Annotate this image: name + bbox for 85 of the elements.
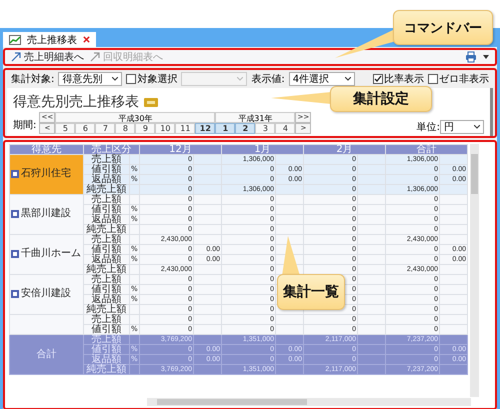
- month-button[interactable]: 1: [215, 123, 236, 134]
- callout-pointer: [282, 236, 300, 276]
- close-icon[interactable]: [83, 36, 90, 43]
- category-cell: 値引額: [84, 244, 130, 254]
- month-button[interactable]: 9: [135, 123, 156, 134]
- category-cell: 売上額: [84, 234, 130, 244]
- column-header: 得意先: [10, 144, 84, 154]
- total-cell: 合計: [10, 334, 84, 374]
- category-cell: 値引額: [84, 164, 130, 174]
- month-button[interactable]: 11: [175, 123, 196, 134]
- display-dropdown[interactable]: 4件選択: [288, 72, 355, 86]
- hide-zero-checkbox[interactable]: ゼロ非表示: [428, 72, 489, 86]
- tag-icon: [144, 98, 158, 106]
- month-button[interactable]: 8: [115, 123, 136, 134]
- category-cell: 純売上額: [84, 264, 130, 274]
- arrow-icon: [90, 52, 100, 62]
- category-cell: 売上額: [84, 334, 130, 344]
- category-cell: 返品額: [84, 174, 130, 184]
- month-button[interactable]: 3: [255, 123, 276, 134]
- category-cell: 返品額: [84, 254, 130, 264]
- callout: コマンドバー: [393, 10, 493, 45]
- target-dropdown[interactable]: 得意先別: [58, 72, 122, 86]
- report-title: 得意先別売上推移表: [13, 93, 139, 111]
- target-select-checkbox[interactable]: 対象選択: [126, 72, 178, 86]
- category-cell: 純売上額: [84, 224, 130, 234]
- category-cell: 値引額: [84, 204, 130, 214]
- arrow-icon: [11, 52, 21, 62]
- checkmark-icon: [374, 75, 382, 83]
- tab-title: 売上推移表: [27, 34, 77, 46]
- month-button[interactable]: 10: [155, 123, 176, 134]
- month-button[interactable]: 5: [55, 123, 76, 134]
- caret-icon[interactable]: [483, 55, 489, 59]
- display-label: 表示値:: [251, 72, 285, 86]
- category-cell: 値引額: [84, 324, 130, 334]
- month-button[interactable]: 12: [195, 123, 216, 134]
- link-button[interactable]: 売上明細表へ: [11, 50, 84, 64]
- vertical-scrollbar[interactable]: [470, 144, 480, 397]
- month-button[interactable]: 4: [275, 123, 296, 134]
- customer-cell[interactable]: 安倍川建設: [10, 274, 84, 314]
- customer-cell[interactable]: 石狩川住宅: [10, 154, 84, 194]
- building-icon: [11, 250, 19, 258]
- category-cell: 売上額: [84, 314, 130, 324]
- callout-pointer: [271, 92, 331, 104]
- column-header: 2月: [304, 144, 386, 154]
- building-icon: [11, 170, 19, 178]
- callout: 集計設定: [330, 86, 432, 112]
- category-cell: 売上額: [84, 274, 130, 284]
- column-header: 売上区分: [84, 144, 140, 154]
- category-cell: 純売上額: [84, 184, 130, 194]
- customer-cell[interactable]: 黒部川建設: [10, 194, 84, 234]
- column-header: 1月: [222, 144, 304, 154]
- horizontal-scrollbar[interactable]: [147, 398, 471, 406]
- caret-icon: [474, 125, 480, 129]
- category-cell: 返品額: [84, 294, 130, 304]
- printer-icon[interactable]: [465, 51, 477, 63]
- month-button[interactable]: 7: [95, 123, 116, 134]
- report-tab[interactable]: 売上推移表: [3, 32, 96, 47]
- customer-cell[interactable]: [10, 314, 84, 334]
- column-header: 12月: [140, 144, 222, 154]
- period-label: 期間:: [13, 118, 36, 132]
- caret-icon: [344, 77, 351, 81]
- caret-icon: [237, 77, 244, 81]
- category-cell: 純売上額: [84, 304, 130, 314]
- category-cell: 値引額: [84, 344, 130, 354]
- caret-icon: [112, 77, 118, 81]
- category-cell: 値引額: [84, 284, 130, 294]
- target-dropdown[interactable]: [181, 72, 248, 86]
- year-header: 平成31年: [215, 112, 296, 123]
- customer-cell[interactable]: 千曲川ホーム: [10, 234, 84, 274]
- building-icon: [11, 210, 19, 218]
- category-cell: 純売上額: [84, 364, 130, 374]
- category-cell: 売上額: [84, 154, 130, 164]
- building-icon: [11, 290, 19, 298]
- chart-icon: [9, 34, 21, 44]
- category-cell: 返品額: [84, 214, 130, 224]
- category-cell: 売上額: [84, 194, 130, 204]
- unit-dropdown[interactable]: 円: [440, 120, 484, 134]
- ratio-checkbox[interactable]: 比率表示: [373, 72, 424, 86]
- target-label: 集計対象:: [11, 72, 54, 86]
- category-cell: 返品額: [84, 354, 130, 364]
- year-header: 平成30年: [55, 112, 216, 123]
- month-button[interactable]: 6: [75, 123, 96, 134]
- column-header: 合計: [386, 144, 468, 154]
- unit-label: 単位:: [416, 121, 440, 134]
- month-button[interactable]: 2: [235, 123, 256, 134]
